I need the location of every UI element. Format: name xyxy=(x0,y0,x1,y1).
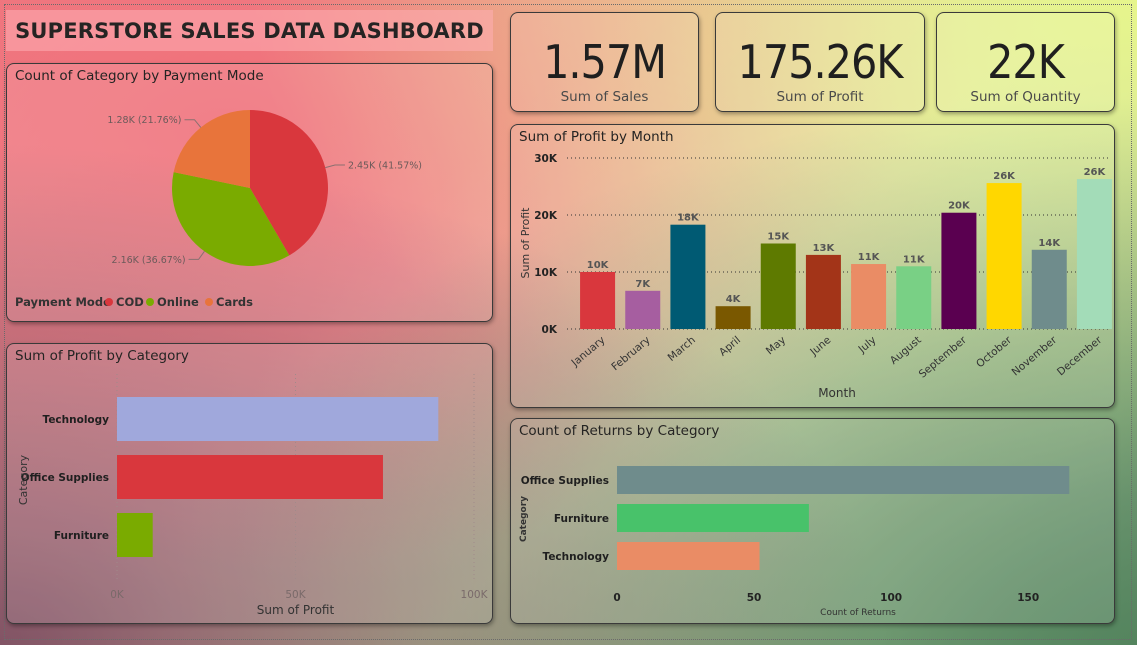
bar-january[interactable] xyxy=(580,272,616,329)
x-tick-label: 100 xyxy=(880,592,902,604)
pie-data-label-online: 2.16K (36.67%) xyxy=(112,255,186,266)
data-label-october: 26K xyxy=(993,171,1016,182)
y-tick-label: 10K xyxy=(534,267,558,279)
x-tick-label-january: January xyxy=(569,334,608,369)
pie-data-label-cards: 1.28K (21.76%) xyxy=(107,115,181,126)
x-tick-label: 0 xyxy=(613,592,620,604)
kpi-profit-value: 175.26K xyxy=(737,35,904,89)
y-axis-title: Sum of Profit xyxy=(519,207,532,279)
x-tick-label-april: April xyxy=(717,334,743,359)
data-label-june: 13K xyxy=(813,243,836,254)
x-tick-label-june: June xyxy=(807,334,833,359)
category-label-office-supplies: Office Supplies xyxy=(21,472,109,484)
y-axis-title: Category xyxy=(519,496,529,542)
x-axis-title: Count of Returns xyxy=(820,608,896,618)
x-tick-label-december: December xyxy=(1055,334,1105,379)
x-tick-label-august: August xyxy=(888,334,924,367)
pie-leader-cards xyxy=(184,119,202,128)
kpi-quantity-label: Sum of Quantity xyxy=(970,89,1081,105)
kpi-quantity-value: 22K xyxy=(987,35,1065,89)
data-label-january: 10K xyxy=(587,260,610,271)
x-tick-label-november: November xyxy=(1010,334,1060,379)
y-tick-label: 20K xyxy=(534,210,558,222)
legend-label-online[interactable]: Online xyxy=(157,295,199,309)
bar-technology[interactable] xyxy=(117,397,439,441)
bar-office-supplies[interactable] xyxy=(617,466,1070,494)
y-tick-label: 0K xyxy=(542,324,558,336)
kpi-sales-value: 1.57M xyxy=(543,35,667,89)
x-tick-label: 50K xyxy=(285,589,306,601)
bar-july[interactable] xyxy=(851,264,887,329)
category-label-technology: Technology xyxy=(43,414,110,426)
bar-february[interactable] xyxy=(625,290,661,329)
data-label-september: 20K xyxy=(948,201,971,212)
kpi-card-profit[interactable]: 175.26K Sum of Profit xyxy=(715,12,925,112)
profit-by-category-chart[interactable]: 0K 50K 100K Technology Office Supplies Furnit… xyxy=(7,344,492,623)
pie-legend-title: Payment Mode xyxy=(15,295,111,309)
bar-august[interactable] xyxy=(896,266,932,329)
kpi-card-sales[interactable]: 1.57M Sum of Sales xyxy=(510,12,699,112)
bar-furniture[interactable] xyxy=(617,504,809,532)
profit-by-month-card[interactable]: Sum of Profit by Month 0K 10K 20K 30K 10K Jan… xyxy=(510,124,1115,408)
pie-leader-cod xyxy=(325,164,345,169)
x-tick-label: 0K xyxy=(110,589,125,601)
dashboard-title: SUPERSTORE SALES DATA DASHBOARD xyxy=(15,18,484,43)
kpi-profit-label: Sum of Profit xyxy=(776,89,864,105)
bar-december[interactable] xyxy=(1076,179,1112,329)
x-tick-label-may: May xyxy=(764,334,788,357)
x-tick-label-october: October xyxy=(974,334,1014,371)
x-tick-label: 100K xyxy=(461,589,489,601)
legend-label-cards[interactable]: Cards xyxy=(216,295,253,309)
bar-october[interactable] xyxy=(986,183,1022,329)
data-label-december: 26K xyxy=(1084,167,1107,178)
data-label-february: 7K xyxy=(635,279,651,290)
bar-technology[interactable] xyxy=(617,542,760,570)
x-axis-title: Sum of Profit xyxy=(257,603,335,617)
legend-dot-cards xyxy=(205,298,213,306)
x-tick-label: 150 xyxy=(1017,592,1039,604)
legend-dot-cod xyxy=(105,298,113,306)
y-axis-title: Category xyxy=(17,454,30,505)
category-label-furniture: Furniture xyxy=(54,530,109,542)
data-label-november: 14K xyxy=(1038,238,1061,249)
x-tick-label-september: September xyxy=(917,334,970,381)
returns-by-category-card[interactable]: Count of Returns by Category Office Supp… xyxy=(510,418,1115,624)
kpi-sales-label: Sum of Sales xyxy=(560,89,649,105)
data-label-august: 11K xyxy=(903,254,926,265)
x-tick-label-march: March xyxy=(666,334,698,364)
category-label-technology: Technology xyxy=(543,551,610,563)
x-tick-label-july: July xyxy=(856,334,879,356)
payment-mode-card[interactable]: Count of Category by Payment Mode 2.45K … xyxy=(6,63,493,322)
pie-data-label-cod: 2.45K (41.57%) xyxy=(348,161,422,172)
data-label-april: 4K xyxy=(726,294,742,305)
profit-by-category-card[interactable]: Sum of Profit by Category 0K 50K 100K Techn… xyxy=(6,343,493,624)
payment-mode-pie-chart[interactable]: 2.45K (41.57%) 2.16K (36.67%) 1.28K (21.76… xyxy=(7,64,492,321)
x-tick-label: 50 xyxy=(747,592,762,604)
category-label-office-supplies: Office Supplies xyxy=(521,475,609,487)
bar-june[interactable] xyxy=(805,254,841,329)
data-label-march: 18K xyxy=(677,213,700,224)
category-label-furniture: Furniture xyxy=(554,513,609,525)
bar-march[interactable] xyxy=(670,224,706,329)
bar-furniture[interactable] xyxy=(117,513,153,557)
bar-office-supplies[interactable] xyxy=(117,455,383,499)
kpi-card-quantity[interactable]: 22K Sum of Quantity xyxy=(936,12,1115,112)
legend-label-cod[interactable]: COD xyxy=(116,295,144,309)
bar-november[interactable] xyxy=(1031,249,1067,329)
dashboard-title-banner: SUPERSTORE SALES DATA DASHBOARD xyxy=(6,10,493,51)
legend-dot-online xyxy=(146,298,154,306)
data-label-may: 15K xyxy=(767,232,790,243)
x-axis-title: Month xyxy=(818,386,856,400)
pie-leader-online xyxy=(188,251,205,260)
profit-by-month-chart[interactable]: 0K 10K 20K 30K 10K January 7K February 18K March 4… xyxy=(511,125,1114,407)
returns-by-category-chart[interactable]: Office Supplies Furniture Technology 0 50 100… xyxy=(511,419,1114,623)
bar-september[interactable] xyxy=(941,212,977,329)
bar-april[interactable] xyxy=(715,306,751,329)
x-tick-label-february: February xyxy=(609,334,652,373)
bar-may[interactable] xyxy=(760,243,796,330)
y-tick-label: 30K xyxy=(534,153,558,165)
data-label-july: 11K xyxy=(858,252,881,263)
